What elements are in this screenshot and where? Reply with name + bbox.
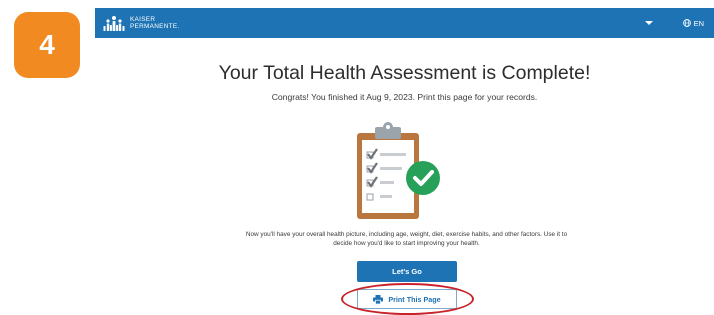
brand-line-1: KAISER bbox=[130, 16, 156, 23]
print-this-page-button[interactable]: Print This Page bbox=[357, 289, 457, 309]
step-number: 4 bbox=[39, 29, 55, 60]
step-number-badge: 4 bbox=[14, 12, 80, 78]
app-window: KAISER PERMANENTE. EN Your Total Health … bbox=[95, 8, 714, 315]
completion-message: Congrats! You finished it Aug 9, 2023. P… bbox=[271, 92, 538, 102]
screenshot: 4 KAISER PERMANENTE. EN Your Total Healt… bbox=[0, 0, 714, 315]
page-title: Your Total Health Assessment is Complete… bbox=[218, 62, 591, 84]
health-picture-description: Now you'll have your overall health pict… bbox=[245, 231, 568, 247]
print-button-label: Print This Page bbox=[388, 294, 441, 304]
clipboard-checklist-icon bbox=[357, 122, 440, 219]
brand-line-2: PERMANENTE. bbox=[130, 23, 180, 30]
lets-go-button[interactable]: Let's Go bbox=[357, 261, 457, 282]
brand-name: KAISER PERMANENTE. bbox=[130, 16, 179, 30]
chevron-down-icon[interactable] bbox=[644, 21, 653, 25]
printer-icon bbox=[373, 294, 384, 304]
language-selector[interactable]: EN bbox=[694, 19, 704, 28]
top-navigation-bar: KAISER PERMANENTE. EN bbox=[95, 8, 714, 38]
topbar-controls: EN bbox=[644, 8, 704, 38]
kaiser-permanente-logo[interactable]: KAISER PERMANENTE. bbox=[103, 15, 179, 32]
logo-mark-icon bbox=[103, 15, 125, 31]
globe-icon bbox=[682, 19, 691, 27]
